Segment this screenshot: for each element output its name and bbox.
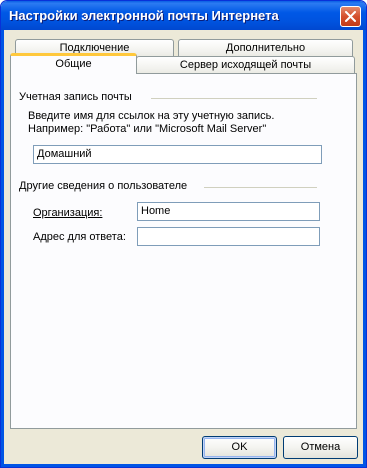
window-frame-left [1,30,4,467]
group-divider [151,98,317,99]
tab-panel-general: Учетная запись почты Введите имя для ссы… [10,73,357,429]
cancel-button-label: Отмена [300,441,341,453]
tab-advanced-label: Дополнительно [225,42,306,54]
close-button[interactable] [340,6,361,27]
tab-outgoing-server-label: Сервер исходящей почты [179,59,312,71]
mail-account-group-label: Учетная запись почты [19,91,132,103]
ok-button[interactable]: OK [202,436,277,459]
organization-value: Home [141,205,171,217]
reply-to-field[interactable] [137,227,320,246]
dialog-window: Настройки электронной почты Интернета По… [0,0,367,468]
account-name-value: Домашний [37,148,92,160]
group-divider [204,187,317,188]
window-frame-bottom [1,464,366,467]
account-name-field[interactable]: Домашний [33,145,322,164]
window-frame-right [363,30,366,467]
organization-field[interactable]: Home [137,202,320,221]
organization-label: Организация: [33,207,103,219]
tab-general-label: Общие [55,58,92,70]
cancel-button[interactable]: Отмена [283,436,358,459]
close-icon [345,11,356,22]
user-info-group-label: Другие сведения о пользователе [19,180,188,192]
window-title: Настройки электронной почты Интернета [9,8,279,23]
reply-to-label: Адрес для ответа: [33,231,126,243]
account-description-line1: Введите имя для ссылок на эту учетную за… [28,110,275,122]
tab-general[interactable]: Общие [10,53,137,74]
ok-button-label: OK [231,441,248,453]
title-bar[interactable]: Настройки электронной почты Интернета [1,1,366,30]
account-description-line2: Например: "Работа" или "Microsoft Mail S… [28,123,267,135]
